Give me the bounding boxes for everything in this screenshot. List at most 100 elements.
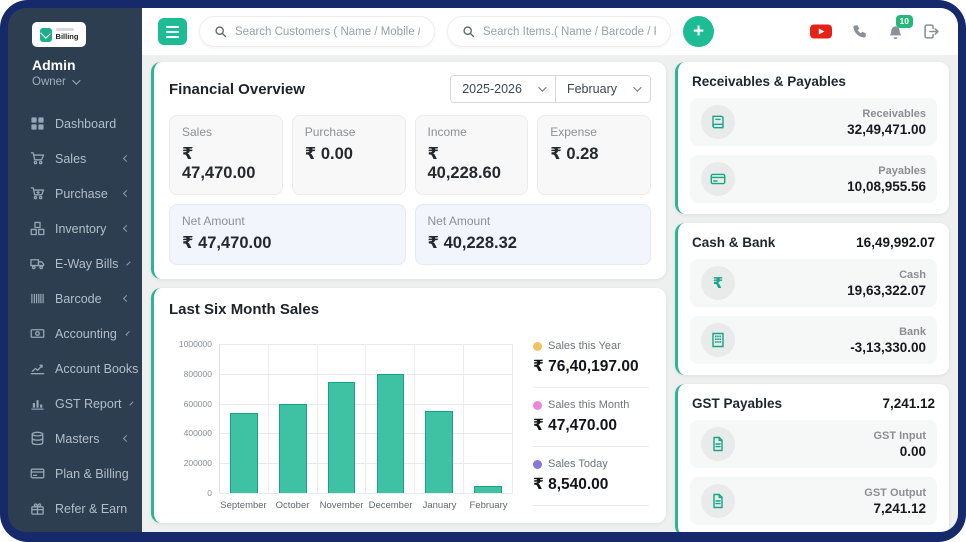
stat-label: Income <box>427 125 467 139</box>
card-title: GST Payables <box>692 396 783 411</box>
credit-card-icon <box>701 162 735 196</box>
stat-label: Sales <box>182 125 213 139</box>
user-role-dropdown[interactable]: Owner <box>32 76 132 88</box>
row-value: -3,13,330.00 <box>850 339 926 355</box>
hamburger-menu-button[interactable] <box>158 18 187 45</box>
row-label: Bank <box>899 325 926 338</box>
sidebar-menu: Dashboard Sales Purchase Inventory E-Way Bil… <box>8 106 142 532</box>
sidebar-item-sales[interactable]: Sales <box>8 141 142 176</box>
x-tick-label: November <box>319 500 364 511</box>
money-note-icon <box>30 326 45 341</box>
stat-card-net-amount-2: Net Amount ₹ 40,228.32 <box>414 204 651 265</box>
chart-slot-february <box>464 344 513 493</box>
month-select[interactable]: February <box>554 76 650 102</box>
row-label: Cash <box>899 268 926 281</box>
sidebar-item-label: Account Books <box>55 361 139 376</box>
youtube-icon[interactable] <box>810 23 832 40</box>
payables-row: Payables 10,08,955.56 <box>690 155 937 203</box>
bar-chart: 0 200000 400000 600000 800000 1000000 Septemb… <box>169 339 513 511</box>
card-title: Receivables & Payables <box>692 74 846 89</box>
stat-value: ₹ 47,470.00 <box>182 145 256 182</box>
bar-october <box>278 404 307 493</box>
card-title: Cash & Bank <box>692 235 776 250</box>
bar-november <box>327 381 356 493</box>
chevron-left-icon <box>122 224 131 233</box>
sidebar-item-label: Masters <box>55 431 100 446</box>
fiscal-year-select[interactable]: 2025-2026 <box>451 76 555 102</box>
customer-search[interactable] <box>199 16 435 47</box>
x-tick-label: December <box>368 500 413 511</box>
legend-label: Sales Today <box>548 458 608 470</box>
legend-value: ₹ 8,540.00 <box>533 476 609 493</box>
card-total-value: 16,49,992.07 <box>856 235 935 250</box>
legend-label: Sales this Year <box>548 340 621 352</box>
sidebar-item-label: E-Way Bills <box>55 256 119 271</box>
cash-bank-card: Cash & Bank 16,49,992.07 ₹ Cash 19,63,322.07… <box>675 223 949 375</box>
row-value: 7,241.12 <box>873 500 926 516</box>
sidebar: Billing Admin Owner Dashboard Sales Purcha… <box>8 8 142 532</box>
row-label: Payables <box>878 164 926 177</box>
x-tick-label: February <box>469 500 508 511</box>
sidebar-item-purchase[interactable]: Purchase <box>8 176 142 211</box>
sidebar-item-label: GST Report <box>55 396 122 411</box>
item-search-input[interactable] <box>483 25 656 38</box>
legend-label: Sales this Month <box>548 399 630 411</box>
chevron-left-icon <box>122 434 131 443</box>
stat-value: ₹ 47,470.00 <box>182 234 272 252</box>
receivables-row: Receivables 32,49,471.00 <box>690 98 937 146</box>
search-icon <box>215 26 227 38</box>
dashboard-content: Financial Overview 2025-2026 February Sa… <box>142 56 958 532</box>
sidebar-item-refer-earn[interactable]: Refer & Earn <box>8 491 142 526</box>
row-value: 32,49,471.00 <box>847 121 926 137</box>
bank-building-icon <box>701 323 735 357</box>
add-new-button[interactable]: + <box>683 16 714 47</box>
period-selects: 2025-2026 February <box>450 75 651 103</box>
customer-search-input[interactable] <box>235 25 420 38</box>
sidebar-item-label: Barcode <box>55 291 102 306</box>
chart-slot-october <box>269 344 318 493</box>
bar-january <box>425 410 454 493</box>
sidebar-item-masters[interactable]: Masters <box>8 421 142 456</box>
row-label: Receivables <box>862 107 926 120</box>
sign-out-icon[interactable] <box>923 23 940 40</box>
sales-cart-icon <box>30 151 45 166</box>
sidebar-item-account-books[interactable]: Account Books <box>8 351 142 386</box>
barcode-icon <box>30 291 45 306</box>
receivables-payables-card: Receivables & Payables Receivables 32,49,4… <box>675 62 949 214</box>
row-value: 0.00 <box>899 443 926 459</box>
gst-payables-card: GST Payables 7,241.12 GST Input 0.00 GST Out… <box>675 384 949 532</box>
notification-count-badge: 10 <box>895 15 913 28</box>
sidebar-item-label: Dashboard <box>55 116 117 131</box>
row-label: GST Output <box>864 486 926 499</box>
item-search[interactable] <box>447 16 671 47</box>
gst-output-row: GST Output 7,241.12 <box>690 477 937 525</box>
sidebar-item-barcode[interactable]: Barcode <box>8 281 142 316</box>
sidebar-item-inventory[interactable]: Inventory <box>8 211 142 246</box>
ledger-book-icon <box>701 105 735 139</box>
legend-dot-icon <box>533 400 542 410</box>
legend-dot-icon <box>533 459 542 469</box>
sidebar-item-e-way-bills[interactable]: E-Way Bills <box>8 246 142 281</box>
x-tick-label: September <box>220 500 267 511</box>
stat-value: ₹ 40,228.32 <box>427 234 517 252</box>
bar-february <box>474 485 502 493</box>
sidebar-item-accounting[interactable]: Accounting <box>8 316 142 351</box>
database-icon <box>30 431 45 446</box>
sidebar-item-label: Accounting <box>55 326 117 341</box>
notifications-bell-icon[interactable]: 10 <box>887 15 913 40</box>
legend-dot-icon <box>533 341 542 351</box>
sidebar-item-plan-billing[interactable]: Plan & Billing <box>8 456 142 491</box>
legend-value: ₹ 47,470.00 <box>533 417 618 434</box>
dashboard-grid-icon <box>30 116 45 131</box>
document-icon <box>701 427 735 461</box>
app-logo: Billing <box>32 22 86 47</box>
sidebar-item-gst-report[interactable]: GST Report <box>8 386 142 421</box>
search-icon <box>463 26 475 38</box>
chevron-left-icon <box>122 294 131 303</box>
chevron-down-icon <box>633 83 642 92</box>
phone-icon[interactable] <box>851 23 868 40</box>
gst-input-row: GST Input 0.00 <box>690 420 937 468</box>
sidebar-item-dashboard[interactable]: Dashboard <box>8 106 142 141</box>
stat-card-purchase: Purchase ₹ 0.00 <box>291 115 406 195</box>
document-icon <box>701 484 735 518</box>
